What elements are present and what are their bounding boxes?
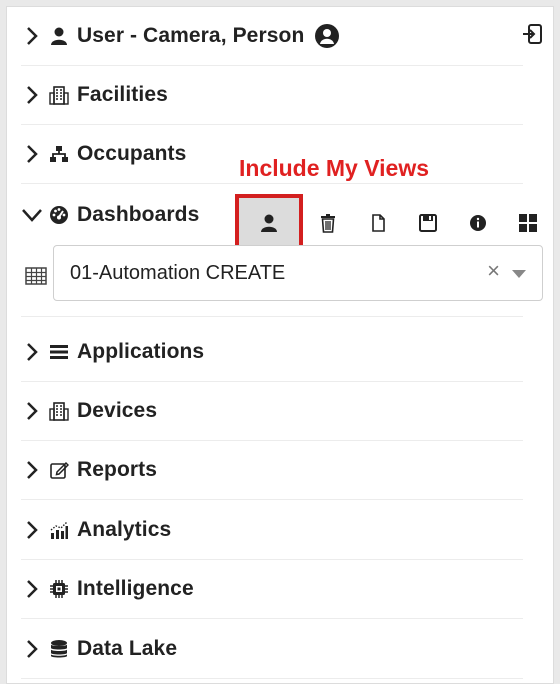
user-icon (261, 214, 277, 232)
list-icon (47, 340, 71, 364)
chevron-right-icon (21, 638, 43, 660)
dashboard-select-value: 01-Automation CREATE (70, 261, 286, 284)
annotation-include-my-views: Include My Views (239, 155, 430, 181)
menu-item-label: Applications (77, 340, 205, 363)
dashboard-select[interactable]: 01-Automation CREATE × (53, 245, 543, 301)
divider (21, 316, 523, 317)
menu-item-label: Intelligence (77, 577, 194, 600)
database-icon (47, 637, 71, 661)
menu-item-label: Data Lake (77, 637, 178, 660)
chevron-right-icon (21, 143, 43, 165)
building-icon (47, 83, 71, 107)
sign-out-icon[interactable] (521, 23, 543, 45)
menu-item-label: User - Camera, Person (77, 24, 305, 47)
copy-icon (372, 214, 385, 232)
person-circle-icon (314, 23, 340, 49)
dashboard-select-row: 01-Automation CREATE × (21, 245, 551, 307)
dashboard-info-button[interactable] (453, 198, 503, 248)
menu-item-facilities[interactable]: Facilities (21, 66, 523, 125)
chevron-right-icon (21, 578, 43, 600)
menu-item-reports[interactable]: Reports (21, 441, 523, 500)
trash-icon (321, 214, 335, 233)
menu-item-label: Occupants (77, 142, 187, 165)
tachometer-icon (47, 203, 71, 227)
copy-dashboard-button[interactable] (353, 198, 403, 248)
save-icon (419, 214, 437, 232)
user-icon (47, 24, 71, 48)
analytics-icon (47, 518, 71, 542)
chevron-right-icon (21, 519, 43, 541)
table-icon (25, 267, 47, 285)
menu-item-label: Facilities (77, 83, 168, 106)
dashboard-layout-button[interactable] (503, 198, 553, 248)
chevron-right-icon (21, 25, 43, 47)
menu-item-applications[interactable]: Applications (21, 323, 523, 382)
dashboard-toolbar (235, 193, 553, 253)
info-icon (470, 215, 486, 231)
save-dashboard-button[interactable] (403, 198, 453, 248)
building-icon (47, 399, 71, 423)
navigation-panel: User - Camera, Person Facilities Occupan… (6, 6, 554, 684)
menu-item-data-lake[interactable]: Data Lake (21, 620, 523, 679)
chip-icon (47, 577, 71, 601)
menu-item-analytics[interactable]: Analytics (21, 501, 523, 560)
chevron-right-icon (21, 400, 43, 422)
menu-item-label: Analytics (77, 518, 172, 541)
include-my-views-button[interactable] (235, 194, 303, 252)
dropdown-caret-icon[interactable] (512, 270, 526, 278)
menu-item-devices[interactable]: Devices (21, 382, 523, 441)
chevron-down-icon (21, 204, 43, 226)
menu-item-label: Dashboards (77, 202, 200, 226)
sitemap-icon (47, 142, 71, 166)
chevron-right-icon (21, 84, 43, 106)
edit-icon (47, 458, 71, 482)
chevron-right-icon (21, 341, 43, 363)
menu-item-label: Devices (77, 399, 158, 422)
clear-selection-icon[interactable]: × (487, 258, 500, 284)
delete-dashboard-button[interactable] (303, 198, 353, 248)
menu-item-user[interactable]: User - Camera, Person (21, 7, 523, 66)
grid-icon (519, 214, 537, 232)
menu-item-intelligence[interactable]: Intelligence (21, 560, 523, 619)
menu-item-label: Reports (77, 458, 158, 481)
chevron-right-icon (21, 459, 43, 481)
